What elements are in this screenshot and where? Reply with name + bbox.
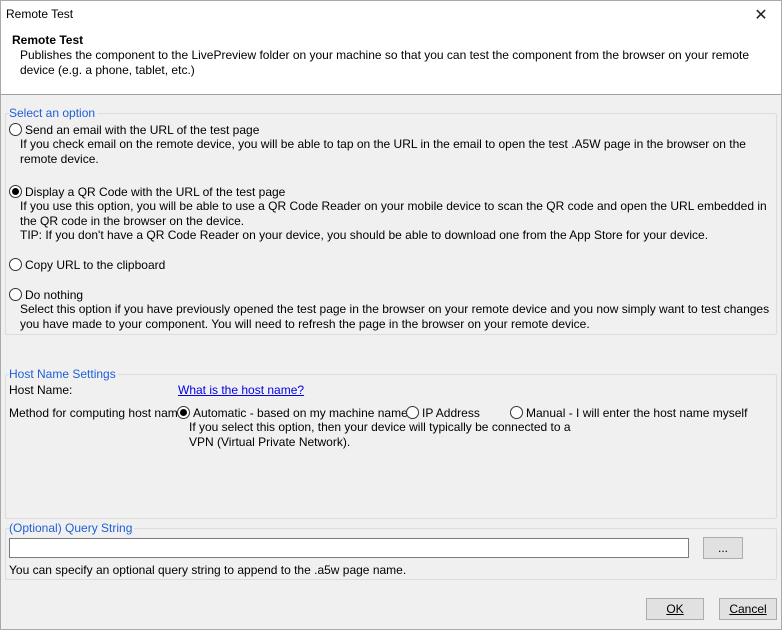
query-string-browse-button[interactable]: ... <box>703 537 743 559</box>
option-do-nothing-description: Select this option if you have previousl… <box>20 302 770 331</box>
dialog-header: Remote Test Publishes the component to t… <box>1 29 781 95</box>
cancel-button[interactable]: Cancel <box>719 598 777 620</box>
option-email-label: Send an email with the URL of the test p… <box>25 122 260 137</box>
query-string-hint: You can specify an optional query string… <box>9 563 407 577</box>
header-title: Remote Test <box>12 33 84 47</box>
method-automatic[interactable]: Automatic - based on my machine name <box>177 405 408 420</box>
method-ip-address[interactable]: IP Address <box>406 405 480 420</box>
option-qr-code-radio[interactable] <box>9 185 22 199</box>
option-email-radio[interactable] <box>9 123 22 137</box>
window-title: Remote Test <box>6 7 74 21</box>
query-string-legend: (Optional) Query String <box>9 521 135 535</box>
option-qr-code-tip: TIP: If you don't have a QR Code Reader … <box>20 228 709 242</box>
method-manual[interactable]: Manual - I will enter the host name myse… <box>510 405 747 420</box>
option-do-nothing-label: Do nothing <box>25 287 84 302</box>
option-group-legend: Select an option <box>9 106 98 120</box>
cancel-button-label: Cancel <box>729 602 767 616</box>
option-do-nothing[interactable]: Do nothing <box>9 287 83 302</box>
header-description: Publishes the component to the LivePrevi… <box>20 48 750 77</box>
option-copy-url-radio[interactable] <box>9 258 22 272</box>
method-note: If you select this option, then your dev… <box>189 420 571 449</box>
method-label: Method for computing host name: <box>9 406 188 420</box>
method-manual-label: Manual - I will enter the host name myse… <box>526 405 748 420</box>
option-copy-url[interactable]: Copy URL to the clipboard <box>9 257 165 272</box>
ok-button-label: OK <box>666 602 684 616</box>
remote-test-dialog: Remote Test ✕ Remote Test Publishes the … <box>0 0 782 630</box>
option-qr-code[interactable]: Display a QR Code with the URL of the te… <box>9 184 285 199</box>
option-email-description: If you check email on the remote device,… <box>20 137 746 166</box>
option-email[interactable]: Send an email with the URL of the test p… <box>9 122 259 137</box>
method-ip-address-label: IP Address <box>422 405 480 420</box>
host-name-help-link[interactable]: What is the host name? <box>178 383 304 397</box>
query-string-input[interactable] <box>9 538 689 558</box>
method-ip-address-radio[interactable] <box>406 406 419 420</box>
title-bar: Remote Test ✕ <box>1 1 781 29</box>
host-name-label: Host Name: <box>9 383 73 397</box>
option-qr-code-label: Display a QR Code with the URL of the te… <box>25 184 286 199</box>
method-automatic-label: Automatic - based on my machine name <box>193 405 408 420</box>
host-name-group-legend: Host Name Settings <box>9 367 118 381</box>
method-automatic-radio[interactable] <box>177 406 190 420</box>
option-qr-code-description: If you use this option, you will be able… <box>20 199 767 228</box>
option-copy-url-label: Copy URL to the clipboard <box>25 257 166 272</box>
option-do-nothing-radio[interactable] <box>9 288 22 302</box>
method-manual-radio[interactable] <box>510 406 523 420</box>
ok-button[interactable]: OK <box>646 598 704 620</box>
close-icon[interactable]: ✕ <box>741 1 781 29</box>
